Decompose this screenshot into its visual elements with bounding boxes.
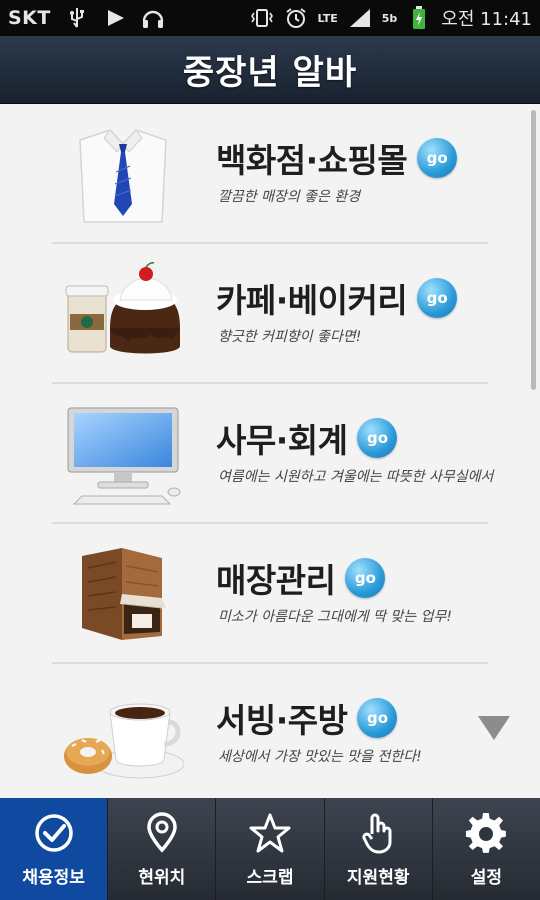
list-item[interactable]: 사무·회계 go 여름에는 시원하고 겨울에는 따뜻한 사무실에서 [0,384,540,524]
go-button[interactable]: go [417,138,458,178]
list-item[interactable]: 매장관리 go 미소가 아름다운 그대에게 딱 맞는 업무! [0,524,540,664]
shirt-tie-image [62,122,184,226]
usb-icon [65,6,89,30]
map-pin-icon [140,811,184,855]
category-list[interactable]: 백화점·쇼핑몰 go 깔끔한 매장의 좋은 환경 카페·베이커리 go 향긋한 … [0,104,540,798]
tab-label: 설정 [470,867,503,888]
vibrate-icon [250,6,274,30]
play-icon [103,6,127,30]
item-title: 사무·회계 [216,421,348,460]
app-header: 중장년 알바 [0,36,540,104]
sim-label: 5b [381,11,398,25]
item-description: 향긋한 커피향이 좋다면! [218,329,362,345]
shop-building-image [62,542,184,646]
item-title: 매장관리 [216,561,336,600]
tab-settings[interactable]: 설정 [433,798,540,900]
headset-icon [141,6,165,30]
coffee-cake-image [62,262,184,366]
list-item[interactable]: 서빙·주방 go 세상에서 가장 맛있는 맛을 전한다! [0,664,540,798]
page-title: 중장년 알바 [182,53,358,93]
item-description: 미소가 아름다운 그대에게 딱 맞는 업무! [218,609,452,625]
hand-pointer-icon [356,811,400,855]
item-title: 백화점·쇼핑몰 [216,141,408,180]
signal-icon [348,6,372,30]
bottom-tab-bar: 채용정보 현위치 스크랩 지원현황 설정 [0,798,540,900]
scroll-down-arrow-icon[interactable] [478,716,510,740]
clock: 오전 11:41 [441,9,532,30]
item-description: 세상에서 가장 맛있는 맛을 전한다! [218,749,422,765]
list-item[interactable]: 카페·베이커리 go 향긋한 커피향이 좋다면! [0,244,540,384]
go-button[interactable]: go [357,698,398,738]
tab-label: 현위치 [138,867,186,888]
coffee-donut-image [62,682,185,786]
tab-scrap[interactable]: 스크랩 [216,798,325,900]
gear-icon [464,811,508,855]
item-description: 깔끔한 매장의 좋은 환경 [218,189,361,205]
go-button[interactable]: go [345,558,386,598]
go-button[interactable]: go [417,278,458,318]
tab-label: 채용정보 [22,867,85,888]
battery-icon [407,6,431,30]
go-button[interactable]: go [357,418,398,458]
tab-location[interactable]: 현위치 [108,798,217,900]
tab-jobs[interactable]: 채용정보 [0,798,109,900]
carrier-label: SKT [8,7,51,29]
alarm-icon [284,6,308,30]
tab-label: 스크랩 [246,867,294,888]
tab-application-status[interactable]: 지원현황 [325,798,433,900]
status-bar: SKT LTE 5b 오전 11:41 [0,0,540,36]
check-circle-icon [32,811,76,855]
star-icon [248,811,292,855]
network-type-label: LTE [317,11,338,25]
item-title: 서빙·주방 [216,701,348,740]
tab-label: 지원현황 [346,867,410,888]
list-item[interactable]: 백화점·쇼핑몰 go 깔끔한 매장의 좋은 환경 [0,104,540,244]
item-description: 여름에는 시원하고 겨울에는 따뜻한 사무실에서 [218,469,494,485]
computer-monitor-image [62,402,184,506]
item-title: 카페·베이커리 [216,281,408,320]
